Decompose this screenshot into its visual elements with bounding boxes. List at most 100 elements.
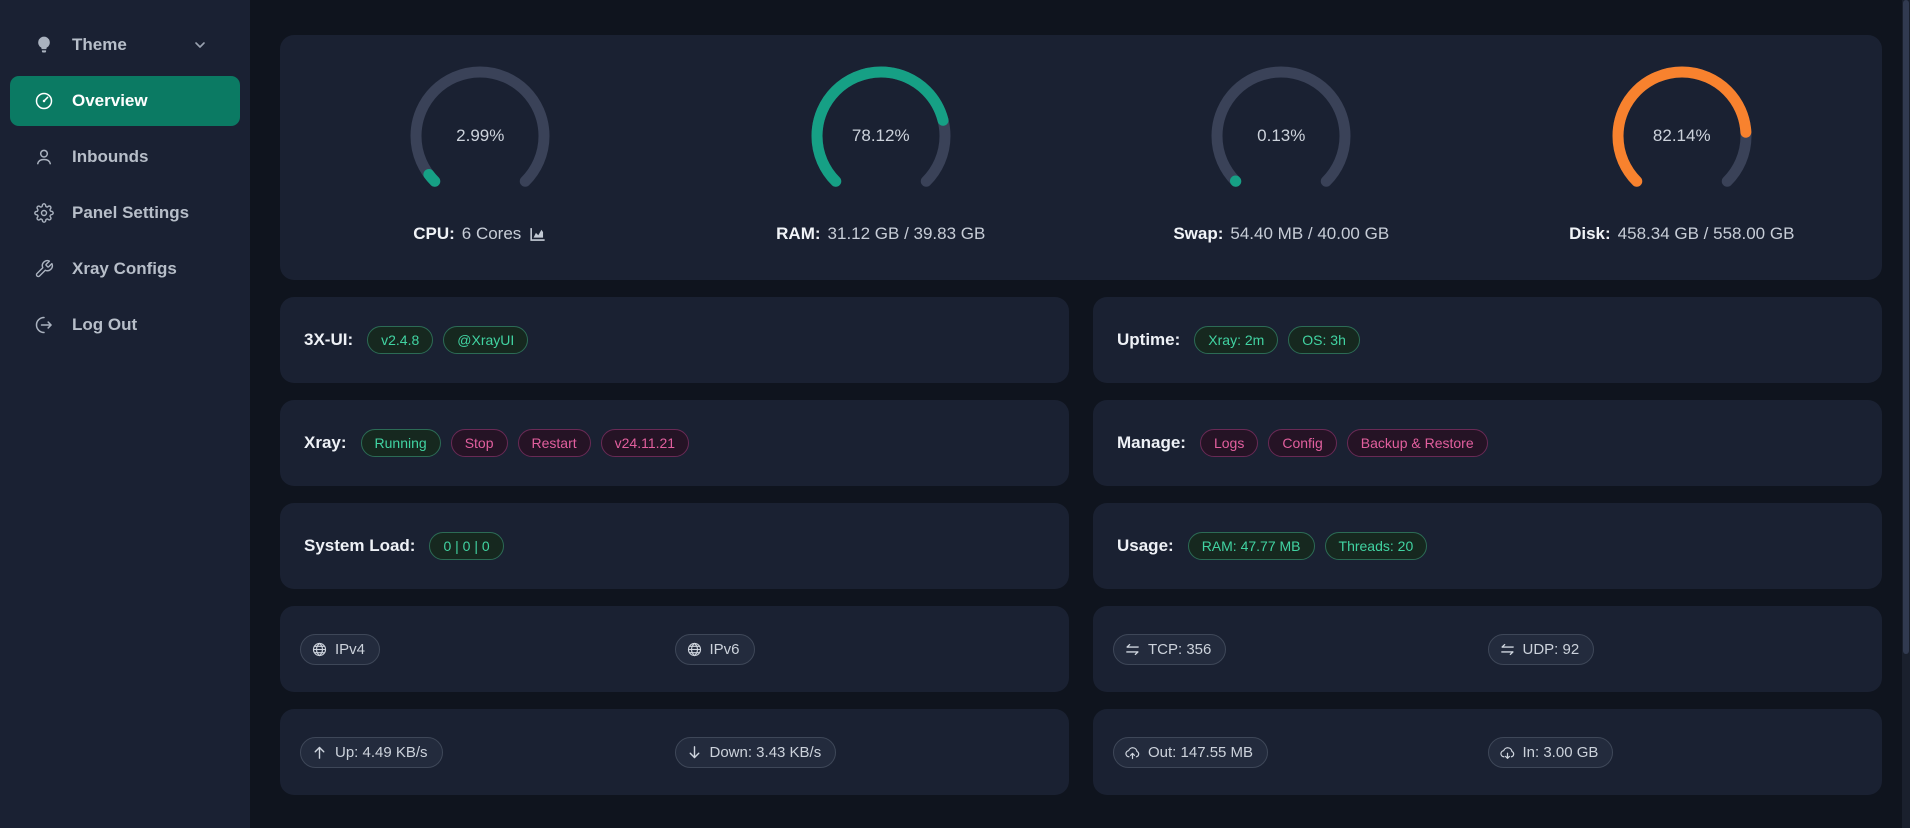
main-content: 2.99% CPU:6 Cores 78.12% RAM:31.12 GB / … [250, 0, 1910, 828]
pill-column: UDP: 92 [1488, 634, 1863, 665]
ipv4-pill[interactable]: IPv4 [300, 634, 380, 665]
pill-column: IPv4 [300, 634, 675, 665]
card-label: 3X-UI: [304, 330, 353, 350]
gauge-value: 2.99% [405, 61, 555, 211]
card-label: Uptime: [1117, 330, 1180, 350]
traffic-out-pill: Out: 147.55 MB [1113, 737, 1268, 768]
system-load-card: System Load: 0 | 0 | 0 [280, 503, 1069, 589]
gauge-swap: 0.13% Swap:54.40 MB / 40.00 GB [1081, 61, 1482, 244]
sidebar: Theme Overview Inbounds Panel Settings Xray… [0, 0, 250, 828]
scrollbar-thumb[interactable] [1903, 0, 1909, 654]
backup-restore-button[interactable]: Backup & Restore [1347, 429, 1488, 457]
panel-info-card: 3X-UI: v2.4.8 @XrayUI [280, 297, 1069, 383]
card-label: Xray: [304, 433, 347, 453]
cloud-down-icon [1499, 744, 1516, 761]
gauge-disk: 82.14% Disk:458.34 GB / 558.00 GB [1482, 61, 1883, 244]
sidebar-item-log-out[interactable]: Log Out [10, 300, 240, 350]
xray-control-card: Xray: Running Stop Restart v24.11.21 [280, 400, 1069, 486]
stop-xray-button[interactable]: Stop [451, 429, 508, 457]
gauge-label: Swap:54.40 MB / 40.00 GB [1173, 224, 1389, 244]
card-label: Usage: [1117, 536, 1174, 556]
config-button[interactable]: Config [1268, 429, 1336, 457]
swap-icon [1124, 641, 1141, 658]
traffic-totals-card: Out: 147.55 MB In: 3.00 GB [1093, 709, 1882, 795]
pill-column: In: 3.00 GB [1488, 737, 1863, 768]
bulb-icon [34, 35, 54, 55]
sidebar-item-theme[interactable]: Theme [10, 20, 240, 70]
pill-column: Out: 147.55 MB [1113, 737, 1488, 768]
gauge-swap-arc: 0.13% [1206, 61, 1356, 211]
upload-speed-pill: Up: 4.49 KB/s [300, 737, 443, 768]
ip-protocols-card: IPv4 IPv6 [280, 606, 1069, 692]
card-label: System Load: [304, 536, 415, 556]
uptime-card: Uptime: Xray: 2m OS: 3h [1093, 297, 1882, 383]
sidebar-item-label: Panel Settings [72, 203, 189, 223]
panel-version-badge: v2.4.8 [367, 326, 433, 354]
xray-uptime-badge: Xray: 2m [1194, 326, 1278, 354]
gauge-cpu-arc: 2.99% [405, 61, 555, 211]
gauge-ram: 78.12% RAM:31.12 GB / 39.83 GB [681, 61, 1082, 244]
system-load-badge: 0 | 0 | 0 [429, 532, 503, 560]
arrow-down-icon [686, 744, 703, 761]
user-icon [34, 147, 54, 167]
sidebar-item-overview[interactable]: Overview [10, 76, 240, 126]
gauge-disk-arc: 82.14% [1607, 61, 1757, 211]
usage-card: Usage: RAM: 47.77 MB Threads: 20 [1093, 503, 1882, 589]
globe-icon [686, 641, 703, 658]
cloud-up-icon [1124, 744, 1141, 761]
gauge-ram-arc: 78.12% [806, 61, 956, 211]
gauge-label: Disk:458.34 GB / 558.00 GB [1569, 224, 1794, 244]
sidebar-item-label: Overview [72, 91, 148, 111]
tcp-connections-pill: TCP: 356 [1113, 634, 1226, 665]
wrench-icon [34, 259, 54, 279]
pill-column: Down: 3.43 KB/s [675, 737, 1050, 768]
info-row: IPv4 IPv6 TCP: 356 UDP: 92 [280, 606, 1882, 692]
chevron-down-icon [192, 37, 208, 53]
gauge-value: 82.14% [1607, 61, 1757, 211]
ipv6-pill[interactable]: IPv6 [675, 634, 755, 665]
xray-version-badge[interactable]: v24.11.21 [601, 429, 689, 457]
info-row: Xray:RunningStopRestartv24.11.21Manage:L… [280, 400, 1882, 486]
manage-card: Manage:LogsConfigBackup & Restore [1093, 400, 1882, 486]
logout-icon [34, 315, 54, 335]
restart-xray-button[interactable]: Restart [518, 429, 591, 457]
sidebar-item-label: Xray Configs [72, 259, 177, 279]
info-row: Up: 4.49 KB/s Down: 3.43 KB/s Out: 147.5… [280, 709, 1882, 795]
sidebar-item-label: Log Out [72, 315, 137, 335]
xray-status-badge: Running [361, 429, 441, 457]
gauge-label: RAM:31.12 GB / 39.83 GB [776, 224, 985, 244]
scrollbar[interactable] [1902, 0, 1910, 828]
gauge-label: CPU:6 Cores [413, 224, 547, 244]
threads-badge: Threads: 20 [1325, 532, 1428, 560]
gear-icon [34, 203, 54, 223]
os-uptime-badge: OS: 3h [1288, 326, 1360, 354]
udp-connections-pill: UDP: 92 [1488, 634, 1595, 665]
sidebar-item-label: Theme [72, 35, 127, 55]
telegram-link-badge[interactable]: @XrayUI [443, 326, 528, 354]
sidebar-nav: Overview Inbounds Panel Settings Xray Confi… [0, 76, 250, 350]
connections-card: TCP: 356 UDP: 92 [1093, 606, 1882, 692]
panel-ram-usage-badge: RAM: 47.77 MB [1188, 532, 1315, 560]
info-rows: 3X-UI: v2.4.8 @XrayUI Uptime: Xray: 2m OS: 3h… [280, 297, 1882, 795]
sidebar-item-panel-settings[interactable]: Panel Settings [10, 188, 240, 238]
gauge-value: 0.13% [1206, 61, 1356, 211]
dashboard-icon [34, 91, 54, 111]
download-speed-pill: Down: 3.43 KB/s [675, 737, 837, 768]
sidebar-item-label: Inbounds [72, 147, 148, 167]
sidebar-item-xray-configs[interactable]: Xray Configs [10, 244, 240, 294]
gauge-cpu: 2.99% CPU:6 Cores [280, 61, 681, 244]
traffic-in-pill: In: 3.00 GB [1488, 737, 1614, 768]
system-stats-card: 2.99% CPU:6 Cores 78.12% RAM:31.12 GB / … [280, 35, 1882, 280]
info-row: System Load: 0 | 0 | 0 Usage: RAM: 47.77 MB… [280, 503, 1882, 589]
globe-icon [311, 641, 328, 658]
app-root: Theme Overview Inbounds Panel Settings Xray… [0, 0, 1910, 828]
arrow-up-icon [311, 744, 328, 761]
sidebar-item-inbounds[interactable]: Inbounds [10, 132, 240, 182]
logs-button[interactable]: Logs [1200, 429, 1258, 457]
pill-column: TCP: 356 [1113, 634, 1488, 665]
area-chart-icon[interactable] [528, 225, 547, 244]
info-row: 3X-UI: v2.4.8 @XrayUI Uptime: Xray: 2m OS: 3h [280, 297, 1882, 383]
swap-icon [1499, 641, 1516, 658]
pill-column: Up: 4.49 KB/s [300, 737, 675, 768]
network-speed-card: Up: 4.49 KB/s Down: 3.43 KB/s [280, 709, 1069, 795]
